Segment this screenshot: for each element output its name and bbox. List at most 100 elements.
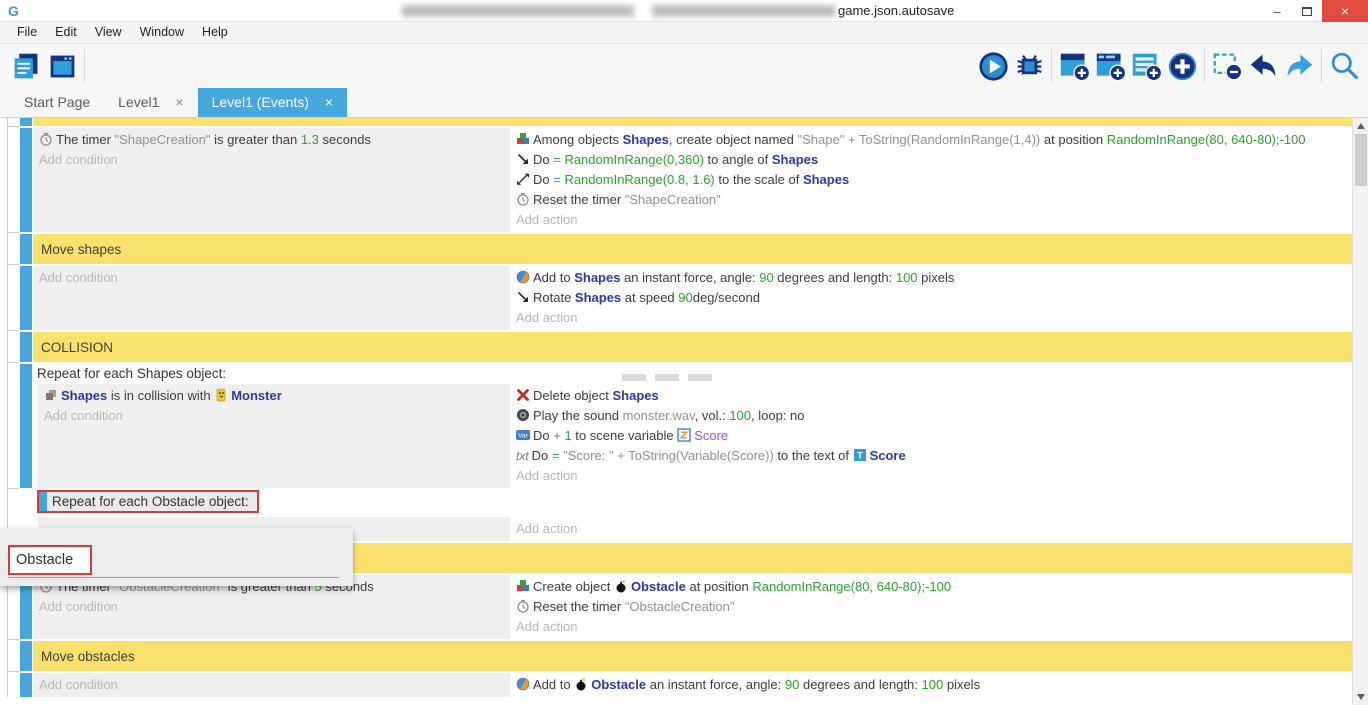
event-row[interactable]: Add condition Add to Obstacle an instant … — [20, 673, 1352, 697]
add-new-icon[interactable] — [1164, 48, 1200, 84]
minimize-button[interactable]: – — [1262, 0, 1292, 22]
window-title: game.json.autosave — [838, 0, 954, 21]
tab-level1[interactable]: Level1× — [104, 87, 197, 117]
actions-column[interactable]: Among objects Shapes, create object name… — [510, 128, 1352, 232]
text-segment: at speed — [621, 290, 678, 305]
object-name: Shapes — [803, 172, 849, 187]
text-segment: Do — [532, 448, 552, 463]
action-line[interactable]: Among objects Shapes, create object name… — [516, 130, 1346, 150]
add-action[interactable]: Add action — [516, 466, 1346, 486]
tab-close-icon[interactable]: × — [325, 94, 333, 110]
comment-row[interactable]: COLLISION — [20, 332, 1352, 362]
comment-row[interactable]: Move shapes — [20, 234, 1352, 264]
event-drag-handle[interactable] — [622, 374, 646, 381]
comment-row[interactable]: Move obstacles — [20, 641, 1352, 671]
conditions-column[interactable]: The timer "ShapeCreation" is greater tha… — [33, 128, 510, 232]
add-condition[interactable]: Add condition — [39, 268, 504, 288]
text-segment: to the text of — [774, 448, 853, 463]
add-event-icon[interactable] — [1056, 48, 1092, 84]
event-row[interactable]: Add condition Add to Shapes an instant fo… — [20, 266, 1352, 330]
selection-highlight[interactable]: Repeat for each Obstacle object: — [37, 490, 259, 513]
add-subevent-icon[interactable] — [1092, 48, 1128, 84]
action-line[interactable]: Do = RandomInRange(0.8, 1.6) to the scal… — [516, 170, 1346, 190]
window-icon[interactable] — [44, 48, 80, 84]
close-button[interactable]: × — [1322, 0, 1368, 22]
conditions-column[interactable]: Add condition — [33, 266, 510, 330]
repeat-event-row[interactable]: Repeat for each Shapes object:Shapes is … — [20, 364, 1352, 488]
action-line[interactable]: VarDo + 1 to scene variable Score — [516, 426, 1346, 446]
repeat-header[interactable]: Repeat for each Obstacle object: — [33, 490, 1352, 517]
action-line[interactable]: Delete object Shapes — [516, 386, 1346, 406]
vertical-scrollbar[interactable] — [1352, 118, 1368, 705]
play-icon[interactable] — [975, 48, 1011, 84]
text-segment: is in collision with — [107, 388, 214, 403]
tab-level1-events-[interactable]: Level1 (Events)× — [198, 87, 347, 117]
conditions-column[interactable]: Shapes is in collision with MonsterAdd c… — [38, 384, 510, 488]
add-condition[interactable]: Add condition — [44, 406, 504, 426]
comment-label[interactable]: Move obstacles — [33, 641, 1352, 671]
text-segment: 100 — [922, 677, 944, 692]
scroll-down-arrow-icon[interactable] — [1357, 694, 1365, 700]
text-segment: deg/second — [693, 290, 760, 305]
add-condition[interactable]: Add condition — [39, 675, 504, 695]
add-action[interactable]: Add action — [516, 210, 1346, 230]
comment-label[interactable]: COLLISION — [33, 332, 1352, 362]
text-segment: = — [553, 172, 561, 187]
add-action[interactable]: Add action — [516, 308, 1346, 328]
scrollbar-thumb[interactable] — [1355, 134, 1367, 186]
event-row[interactable]: The timer "ShapeCreation" is greater tha… — [20, 128, 1352, 232]
event-indent-bar — [20, 234, 32, 264]
action-line[interactable]: Add to Obstacle an instant force, angle:… — [516, 675, 1346, 695]
action-line[interactable]: Create object Obstacle at position Rando… — [516, 577, 1346, 597]
menu-view[interactable]: View — [86, 22, 131, 43]
actions-column[interactable]: Delete object ShapesPlay the sound monst… — [510, 384, 1352, 488]
sound-icon — [516, 406, 530, 426]
object-name-input[interactable] — [8, 545, 92, 575]
scroll-up-arrow-icon[interactable] — [1357, 123, 1365, 129]
action-line[interactable]: Play the sound monster.wav, vol.: 100, l… — [516, 406, 1346, 426]
action-line[interactable]: Add to Shapes an instant force, angle: 9… — [516, 268, 1346, 288]
text-segment: Play the sound — [533, 408, 623, 423]
action-line[interactable]: Do = RandomInRange(0,360) to angle of Sh… — [516, 150, 1346, 170]
timer-icon — [516, 190, 530, 210]
menu-help[interactable]: Help — [193, 22, 237, 43]
add-condition[interactable]: Add condition — [39, 597, 504, 617]
menu-edit[interactable]: Edit — [46, 22, 86, 43]
comment-label[interactable]: Move shapes — [33, 234, 1352, 264]
action-line[interactable]: Reset the timer "ObstacleCreation" — [516, 597, 1346, 617]
unselect-icon[interactable] — [1209, 48, 1245, 84]
comment-body[interactable] — [33, 118, 1352, 126]
actions-column[interactable]: Add to Shapes an instant force, angle: 9… — [510, 266, 1352, 330]
actions-column[interactable]: Create object Obstacle at position Rando… — [510, 575, 1352, 639]
tab-start-page[interactable]: Start Page — [10, 87, 104, 117]
action-line[interactable]: Reset the timer "ShapeCreation" — [516, 190, 1346, 210]
actions-column[interactable]: Add action — [510, 517, 1352, 541]
text-segment: Reset the timer — [533, 192, 625, 207]
comment-row-partial[interactable] — [20, 118, 1352, 126]
svg-text:G: G — [8, 3, 19, 19]
debug-icon[interactable] — [1011, 48, 1047, 84]
event-drag-handle[interactable] — [655, 374, 679, 381]
action-line[interactable]: txtDo = "Score: " + ToString(Variable(Sc… — [516, 446, 1346, 466]
tab-close-icon[interactable]: × — [175, 94, 183, 110]
add-action[interactable]: Add action — [516, 617, 1346, 637]
redo-icon[interactable] — [1281, 48, 1317, 84]
undo-icon[interactable] — [1245, 48, 1281, 84]
maximize-button[interactable] — [1292, 0, 1322, 22]
action-line[interactable]: Rotate Shapes at speed 90deg/second — [516, 288, 1346, 308]
conditions-column[interactable]: Add condition — [33, 673, 510, 697]
menu-file[interactable]: File — [8, 22, 46, 43]
condition-line[interactable]: Shapes is in collision with Monster — [44, 386, 504, 406]
documents-icon[interactable] — [8, 48, 44, 84]
menu-window[interactable]: Window — [131, 22, 193, 43]
search-icon[interactable] — [1326, 48, 1362, 84]
toolbar-divider — [1051, 49, 1052, 83]
add-comment-icon[interactable] — [1128, 48, 1164, 84]
object-name: Shapes — [61, 388, 107, 403]
popup-divider — [8, 577, 339, 578]
actions-column[interactable]: Add to Obstacle an instant force, angle:… — [510, 673, 1352, 697]
add-action[interactable]: Add action — [516, 519, 1346, 539]
condition-line[interactable]: The timer "ShapeCreation" is greater tha… — [39, 130, 504, 150]
add-condition[interactable]: Add condition — [39, 150, 504, 170]
event-drag-handle[interactable] — [688, 374, 712, 381]
